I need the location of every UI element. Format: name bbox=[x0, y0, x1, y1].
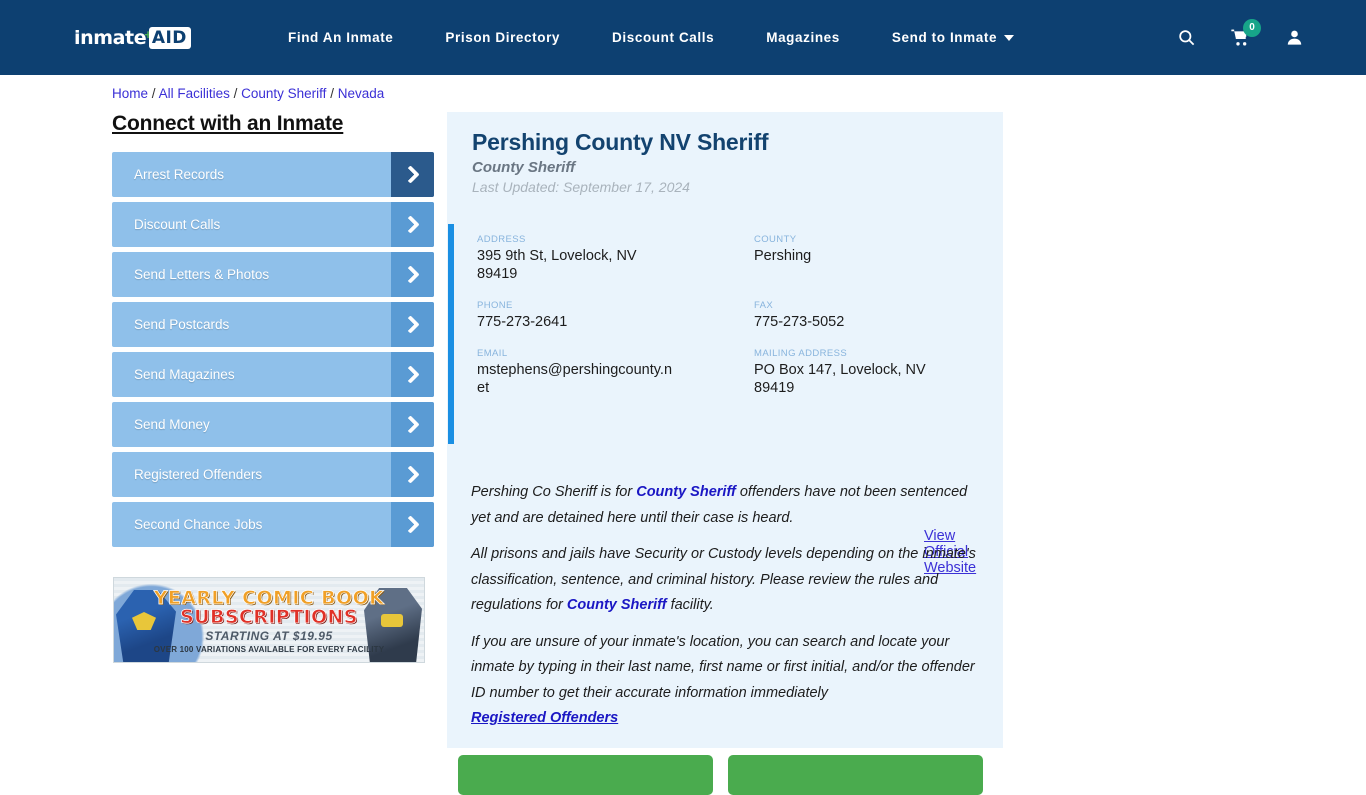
sidebar-item-label: Discount Calls bbox=[134, 217, 221, 232]
field-value: 775-273-2641 bbox=[477, 314, 568, 330]
site-header: inmate + AID Find An Inmate Prison Direc… bbox=[0, 0, 1366, 75]
sidebar-item-label: Arrest Records bbox=[134, 167, 225, 182]
chevron-right-icon bbox=[391, 252, 434, 297]
sidebar-item-label: Send Magazines bbox=[134, 367, 235, 382]
field-county: COUNTY Pershing bbox=[754, 234, 977, 283]
chevron-right-icon bbox=[391, 152, 434, 197]
field-email: EMAIL mstephens@pershingcounty.net bbox=[477, 348, 754, 397]
nav-item-prison-directory[interactable]: Prison Directory bbox=[419, 30, 586, 45]
ad-line-3: STARTING AT $19.95 bbox=[205, 628, 333, 643]
nav-label: Magazines bbox=[766, 30, 840, 45]
facility-detail-card: Pershing County NV Sheriff County Sherif… bbox=[447, 112, 1003, 748]
chevron-right-icon bbox=[391, 352, 434, 397]
paragraph-3: If you are unsure of your inmate's locat… bbox=[471, 630, 986, 732]
sidebar: Connect with an Inmate Arrest Records Di… bbox=[112, 112, 434, 552]
breadcrumb-item-county-sheriff[interactable]: County Sheriff bbox=[241, 86, 326, 101]
breadcrumb-separator: / bbox=[233, 86, 238, 101]
logo-text-aid: AID bbox=[148, 27, 191, 49]
sidebar-item-second-chance-jobs[interactable]: Second Chance Jobs bbox=[112, 502, 434, 547]
sidebar-item-label: Registered Offenders bbox=[134, 467, 263, 482]
site-logo[interactable]: inmate + AID bbox=[74, 26, 191, 50]
field-address: ADDRESS 395 9th St, Lovelock, NV 89419 bbox=[477, 234, 754, 283]
sidebar-item-registered-offenders[interactable]: Registered Offenders bbox=[112, 452, 434, 497]
breadcrumb-item-nevada[interactable]: Nevada bbox=[338, 86, 385, 101]
sidebar-item-label: Second Chance Jobs bbox=[134, 517, 263, 532]
nav-item-discount-calls[interactable]: Discount Calls bbox=[586, 30, 740, 45]
field-value: 395 9th St, Lovelock, NV 89419 bbox=[477, 248, 637, 282]
field-value: mstephens@pershingcounty.net bbox=[477, 362, 673, 396]
user-icon[interactable] bbox=[1285, 28, 1304, 47]
field-label: COUNTY bbox=[754, 234, 797, 245]
field-label: ADDRESS bbox=[477, 234, 526, 245]
facility-description: Pershing Co Sheriff is for County Sherif… bbox=[471, 480, 986, 743]
breadcrumb-separator: / bbox=[330, 86, 334, 101]
chevron-right-icon bbox=[391, 302, 434, 347]
field-value: Pershing bbox=[754, 248, 812, 264]
para1-county-sheriff-link[interactable]: County Sheriff bbox=[636, 484, 736, 500]
chevron-right-icon bbox=[391, 402, 434, 447]
breadcrumb-separator: / bbox=[151, 86, 156, 101]
chevron-right-icon bbox=[391, 202, 434, 247]
sidebar-item-send-magazines[interactable]: Send Magazines bbox=[112, 352, 434, 397]
breadcrumb: Home / All Facilities / County Sheriff /… bbox=[112, 86, 384, 101]
ad-text-block: YEARLY COMIC BOOK SUBSCRIPTIONS STARTING… bbox=[114, 586, 424, 654]
para3-text: If you are unsure of your inmate's locat… bbox=[471, 633, 975, 701]
breadcrumb-item-home[interactable]: Home bbox=[112, 86, 148, 101]
sidebar-item-discount-calls[interactable]: Discount Calls bbox=[112, 202, 434, 247]
facility-info-grid: ADDRESS 395 9th St, Lovelock, NV 89419 C… bbox=[477, 234, 977, 414]
sidebar-item-arrest-records[interactable]: Arrest Records bbox=[112, 152, 434, 197]
registered-offenders-link[interactable]: Registered Offenders bbox=[471, 706, 986, 732]
info-accent-bar bbox=[448, 224, 454, 444]
chevron-right-icon bbox=[391, 452, 434, 497]
field-fax: FAX 775-273-5052 bbox=[754, 300, 977, 331]
main-navigation: Find An Inmate Prison Directory Discount… bbox=[262, 0, 1040, 75]
para2-county-sheriff-link[interactable]: County Sheriff bbox=[567, 597, 667, 613]
chevron-right-icon bbox=[391, 502, 434, 547]
primary-action-button-1[interactable] bbox=[458, 755, 713, 795]
field-value: PO Box 147, Lovelock, NV 89419 bbox=[754, 362, 926, 396]
nav-label: Prison Directory bbox=[445, 30, 561, 45]
field-label: PHONE bbox=[477, 300, 513, 311]
field-value: 775-273-5052 bbox=[754, 314, 845, 330]
paragraph-1: Pershing Co Sheriff is for County Sherif… bbox=[471, 480, 986, 531]
sidebar-item-send-letters-photos[interactable]: Send Letters & Photos bbox=[112, 252, 434, 297]
page-title: Pershing County NV Sheriff bbox=[472, 129, 769, 155]
sidebar-item-send-money[interactable]: Send Money bbox=[112, 402, 434, 447]
nav-label: Find An Inmate bbox=[288, 30, 394, 45]
field-phone: PHONE 775-273-2641 bbox=[477, 300, 754, 331]
primary-action-button-2[interactable] bbox=[728, 755, 983, 795]
logo-text-inmate: inmate bbox=[74, 27, 147, 49]
breadcrumb-item-all-facilities[interactable]: All Facilities bbox=[159, 86, 230, 101]
field-mailing-address: MAILING ADDRESS PO Box 147, Lovelock, NV… bbox=[754, 348, 977, 397]
ad-line-4: OVER 100 VARIATIONS AVAILABLE FOR EVERY … bbox=[153, 644, 385, 654]
nav-item-send-to-inmate[interactable]: Send to Inmate bbox=[866, 30, 1040, 45]
search-icon[interactable] bbox=[1177, 28, 1196, 47]
ad-line-2: SUBSCRIPTIONS bbox=[180, 605, 358, 628]
sidebar-item-send-postcards[interactable]: Send Postcards bbox=[112, 302, 434, 347]
sidebar-item-label: Send Money bbox=[134, 417, 210, 432]
para2-text-a: All prisons and jails have Security or C… bbox=[471, 546, 976, 613]
sidebar-item-label: Send Postcards bbox=[134, 317, 230, 332]
field-label: EMAIL bbox=[477, 348, 508, 359]
field-label: FAX bbox=[754, 300, 774, 311]
header-icon-group: 0 bbox=[1177, 0, 1304, 75]
nav-item-find-an-inmate[interactable]: Find An Inmate bbox=[262, 30, 419, 45]
nav-label: Discount Calls bbox=[612, 30, 715, 45]
nav-label: Send to Inmate bbox=[891, 30, 998, 45]
cart-count-badge: 0 bbox=[1243, 18, 1261, 37]
facility-type-subtitle: County Sheriff bbox=[472, 159, 576, 176]
paragraph-2: All prisons and jails have Security or C… bbox=[471, 542, 986, 619]
para1-text-a: Pershing Co Sheriff is for bbox=[471, 484, 637, 500]
para2-text-b: facility. bbox=[666, 597, 714, 613]
sidebar-item-label: Send Letters & Photos bbox=[134, 267, 270, 282]
field-label: MAILING ADDRESS bbox=[754, 348, 848, 359]
comic-book-ad-banner[interactable]: YEARLY COMIC BOOK SUBSCRIPTIONS STARTING… bbox=[113, 577, 425, 663]
sidebar-heading: Connect with an Inmate bbox=[112, 112, 344, 135]
nav-item-magazines[interactable]: Magazines bbox=[740, 30, 866, 45]
last-updated-text: Last Updated: September 17, 2024 bbox=[472, 179, 690, 195]
chevron-down-icon bbox=[1004, 34, 1015, 41]
action-button-row bbox=[458, 755, 983, 795]
cart-icon[interactable]: 0 bbox=[1230, 18, 1261, 48]
